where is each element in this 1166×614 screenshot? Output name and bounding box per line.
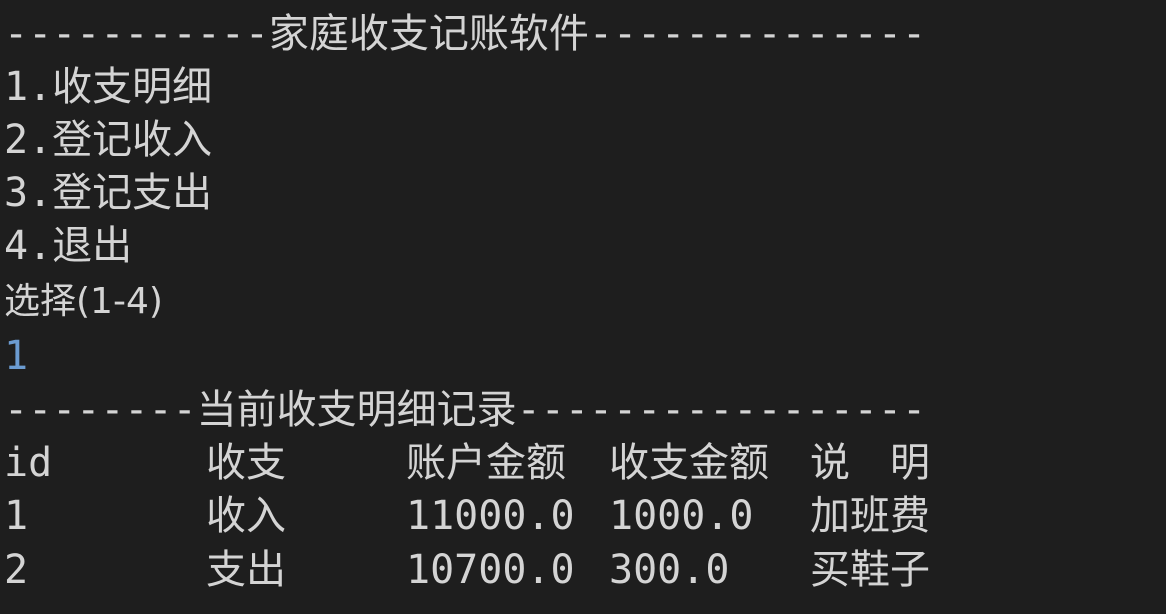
records-header: --------当前收支明细记录-----------------	[4, 387, 927, 433]
row-type: 支出	[206, 547, 286, 593]
menu-item-expense: 3.登记支出	[4, 170, 213, 216]
column-header-balance: 账户金额	[406, 440, 566, 486]
row-id: 2	[4, 547, 29, 593]
choice-prompt: 选择(1-4)	[4, 281, 163, 322]
row-type: 收入	[206, 493, 286, 539]
column-header-amount: 收支金额	[609, 440, 769, 486]
row-amount: 300.0	[609, 547, 730, 593]
column-header-id: id	[4, 440, 53, 486]
row-amount: 1000.0	[609, 493, 754, 539]
menu-item-exit: 4.退出	[4, 223, 133, 269]
user-input-echo[interactable]: 1	[4, 330, 28, 382]
row-balance: 10700.0	[406, 547, 575, 593]
row-description: 买鞋子	[810, 547, 930, 593]
column-header-type: 收支	[206, 440, 286, 486]
menu-header: -----------家庭收支记账软件--------------	[4, 11, 927, 57]
column-header-description: 说 明	[810, 440, 930, 486]
row-description: 加班费	[810, 493, 930, 539]
row-id: 1	[4, 493, 29, 539]
menu-item-income: 2.登记收入	[4, 117, 213, 163]
row-balance: 11000.0	[406, 493, 575, 539]
menu-item-details: 1.收支明细	[4, 64, 213, 110]
